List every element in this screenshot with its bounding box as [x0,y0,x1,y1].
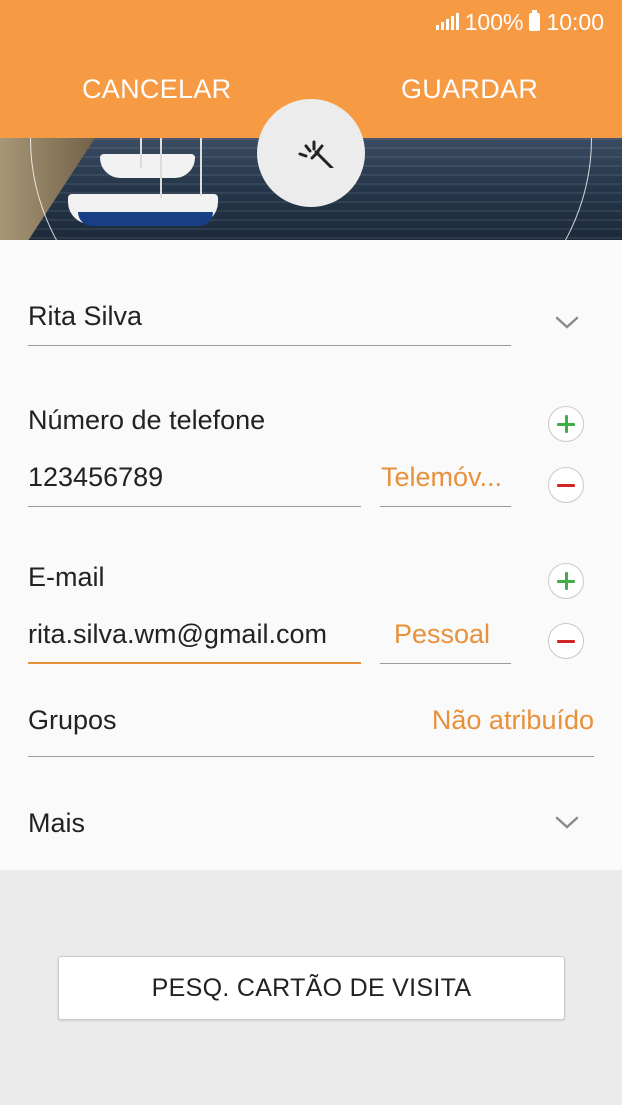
groups-label: Grupos [28,705,117,735]
remove-phone-button[interactable] [548,467,584,503]
chevron-down-icon[interactable] [555,316,579,330]
clock: 10:00 [546,8,604,35]
more-toggle[interactable]: Mais [28,808,85,839]
minus-icon [557,483,575,487]
remove-email-button[interactable] [548,623,584,659]
minus-icon [557,639,575,643]
phone-type-select[interactable]: Telemóv... [381,462,502,493]
battery-icon [529,10,541,31]
phone-type-underline [380,506,511,507]
signal-icon [435,13,459,30]
phone-field[interactable]: 123456789 [28,462,163,493]
save-button[interactable]: GUARDAR [401,74,538,105]
contact-form: Rita Silva Número de telefone 123456789 … [0,240,622,870]
add-phone-button[interactable] [548,406,584,442]
name-field[interactable]: Rita Silva [28,301,142,332]
add-email-button[interactable] [548,563,584,599]
phone-underline [28,506,361,507]
status-bar: 100% 10:00 [435,8,604,36]
name-underline [28,345,511,346]
cancel-button[interactable]: CANCELAR [82,74,231,105]
groups-select[interactable]: Não atribuído [432,705,594,736]
email-section-label: E-mail [28,562,105,592]
camera-icon [298,140,334,168]
groups-underline [28,756,594,757]
email-type-select[interactable]: Pessoal [394,619,490,650]
email-type-underline [380,663,511,664]
battery-percent: 100% [464,8,524,35]
email-underline [28,662,361,664]
email-field[interactable]: rita.silva.wm@gmail.com [28,619,327,650]
scan-business-card-button[interactable]: PESQ. CARTÃO DE VISITA [58,956,565,1020]
chevron-down-icon[interactable] [555,816,579,830]
phone-section-label: Número de telefone [28,405,266,435]
